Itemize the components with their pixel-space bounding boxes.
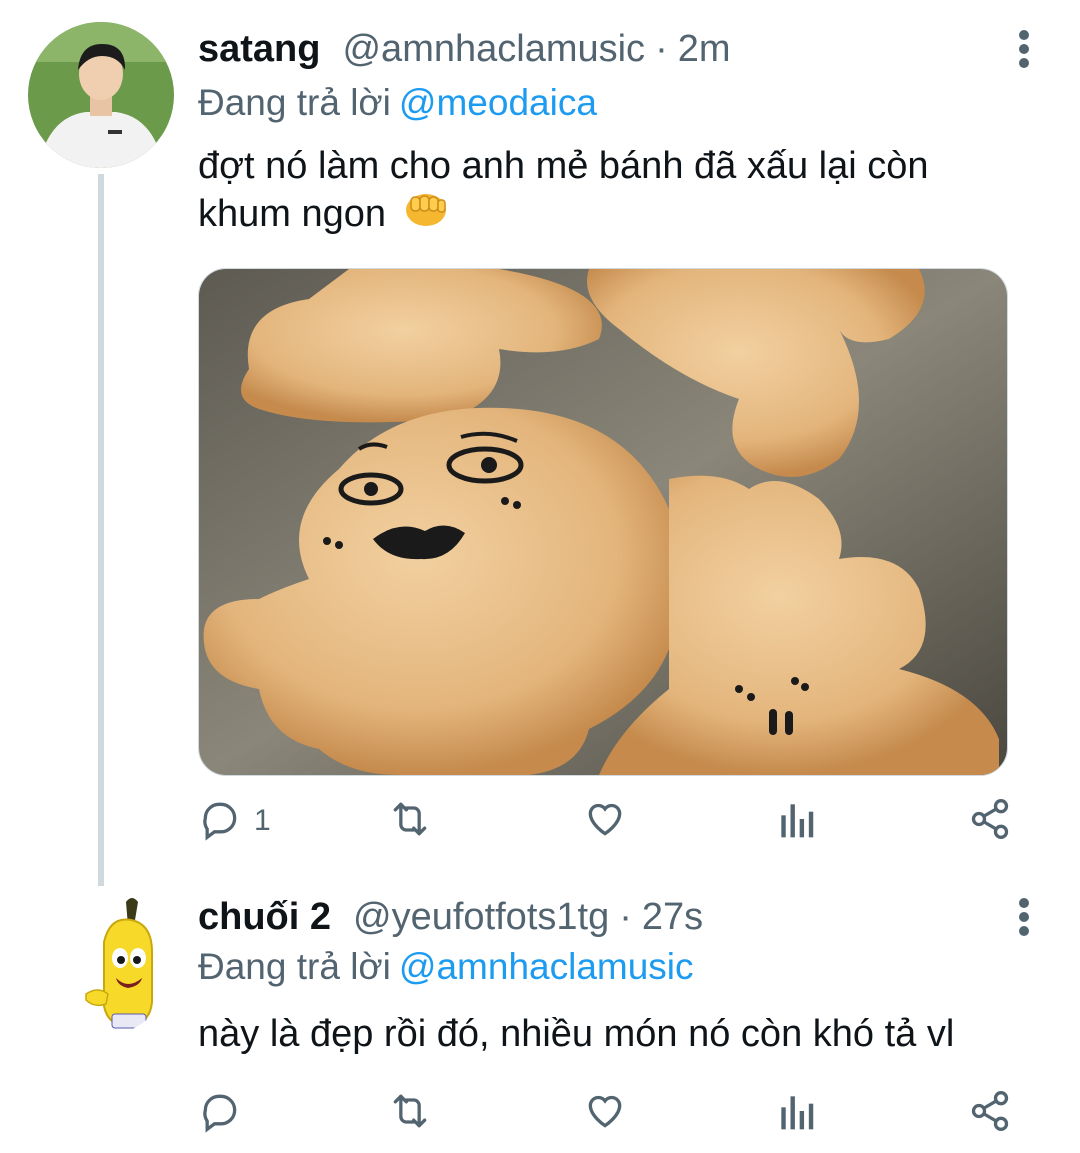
like-button[interactable] — [582, 796, 628, 846]
tweet-text: đợt nó làm cho anh mẻ bánh đã xấu lại cò… — [198, 142, 1018, 240]
share-icon — [968, 797, 1012, 846]
replying-to-label: Đang trả lời — [198, 82, 391, 123]
avatar[interactable] — [28, 22, 174, 168]
user-handle[interactable]: @amnhaclamusic — [342, 28, 645, 71]
heart-icon — [582, 1089, 628, 1138]
share-button[interactable] — [968, 1088, 1012, 1138]
user-handle[interactable]: @yeufotfots1tg — [353, 896, 609, 939]
tweet-image[interactable] — [198, 268, 1008, 776]
tweet-header: chuối 2 @yeufotfots1tg · 27s — [198, 896, 703, 946]
tweet-actions: 1 — [198, 796, 1018, 846]
reply-count: 1 — [254, 804, 271, 837]
tweet-actions — [198, 1088, 1018, 1138]
retweet-icon — [386, 797, 434, 846]
display-name[interactable]: chuối 2 — [198, 896, 331, 939]
oncoming-fist-icon — [405, 192, 447, 240]
reply-icon — [198, 1089, 242, 1138]
analytics-icon — [776, 1089, 816, 1138]
more-options-icon[interactable] — [1014, 898, 1034, 938]
reply-icon — [198, 797, 242, 846]
more-options-icon[interactable] — [1014, 30, 1034, 70]
replying-to: Đang trả lời @amnhaclamusic — [198, 946, 694, 988]
reply-button[interactable] — [198, 1088, 242, 1138]
tweet[interactable]: satang @amnhaclamusic · 2m Đang trả lời @… — [0, 0, 1080, 886]
tweet-header: satang @amnhaclamusic · 2m — [198, 28, 731, 78]
analytics-icon — [776, 797, 816, 846]
separator: · — [619, 896, 632, 938]
analytics-button[interactable] — [776, 796, 816, 846]
like-button[interactable] — [582, 1088, 628, 1138]
display-name[interactable]: satang — [198, 28, 320, 71]
mention-link[interactable]: @meodaica — [399, 82, 597, 123]
analytics-button[interactable] — [776, 1088, 816, 1138]
retweet-button[interactable] — [386, 796, 434, 846]
mention-link[interactable]: @amnhaclamusic — [399, 946, 694, 987]
replying-to: Đang trả lời @meodaica — [198, 82, 597, 124]
share-button[interactable] — [968, 796, 1012, 846]
timestamp[interactable]: 27s — [642, 896, 703, 939]
tweet[interactable]: chuối 2 @yeufotfots1tg · 27s Đang trả lờ… — [0, 880, 1080, 1153]
tweet-text: này là đẹp rồi đó, nhiều món nó còn khó … — [198, 1010, 1018, 1058]
timestamp[interactable]: 2m — [678, 28, 731, 71]
heart-icon — [582, 797, 628, 846]
tweet-text-content: đợt nó làm cho anh mẻ bánh đã xấu lại cò… — [198, 145, 929, 235]
avatar[interactable] — [28, 890, 174, 1036]
reply-button[interactable]: 1 — [198, 796, 271, 846]
thread-line — [98, 174, 104, 886]
retweet-icon — [386, 1089, 434, 1138]
retweet-button[interactable] — [386, 1088, 434, 1138]
separator: · — [655, 28, 668, 70]
share-icon — [968, 1089, 1012, 1138]
replying-to-label: Đang trả lời — [198, 946, 391, 987]
tweet-text-content: này là đẹp rồi đó, nhiều món nó còn khó … — [198, 1013, 955, 1055]
